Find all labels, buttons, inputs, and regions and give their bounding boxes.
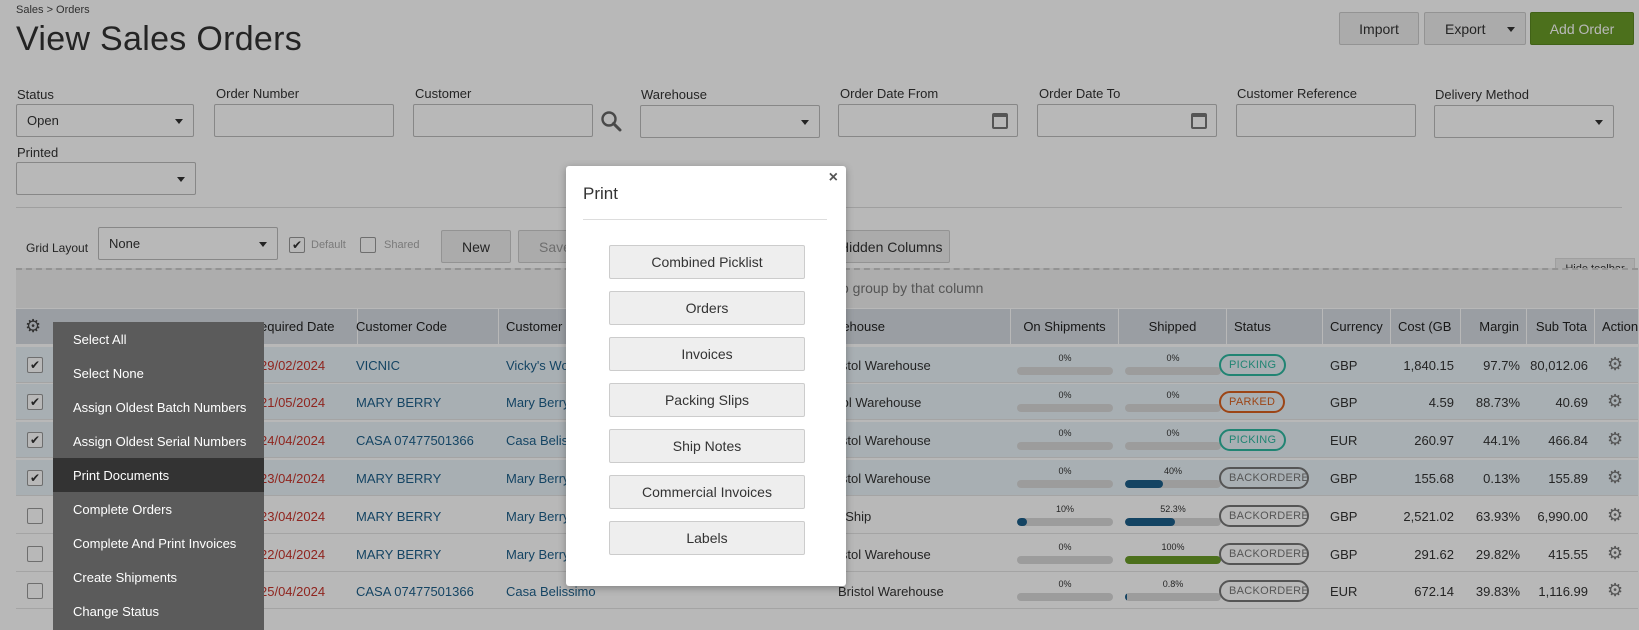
- sales-orders-page: Sales > Orders View Sales Orders Import …: [0, 0, 1639, 630]
- menu-item[interactable]: Create Shipments: [53, 560, 264, 594]
- menu-item[interactable]: Change Status: [53, 594, 264, 628]
- print-option-button[interactable]: Labels: [609, 521, 805, 555]
- close-icon[interactable]: ×: [829, 169, 838, 187]
- menu-item[interactable]: Select All: [53, 322, 264, 356]
- menu-item[interactable]: Select None: [53, 356, 264, 390]
- modal-title: Print: [583, 184, 618, 203]
- modal-divider: [583, 219, 827, 220]
- menu-item[interactable]: Complete Orders: [53, 492, 264, 526]
- print-option-button[interactable]: Commercial Invoices: [609, 475, 805, 509]
- bulk-actions-menu: Select All Select None Assign Oldest Batch…: [53, 322, 264, 630]
- menu-item[interactable]: Assign Oldest Serial Numbers: [53, 424, 264, 458]
- print-option-button[interactable]: Combined Picklist: [609, 245, 805, 279]
- print-option-button[interactable]: Orders: [609, 291, 805, 325]
- print-option-button[interactable]: Ship Notes: [609, 429, 805, 463]
- menu-item[interactable]: Assign Oldest Batch Numbers: [53, 390, 264, 424]
- menu-item[interactable]: Complete And Print Invoices: [53, 526, 264, 560]
- print-option-button[interactable]: Packing Slips: [609, 383, 805, 417]
- print-option-button[interactable]: Invoices: [609, 337, 805, 371]
- menu-item[interactable]: Print Documents: [53, 458, 264, 492]
- print-modal: Print × Combined Picklist Orders Invoices P…: [566, 166, 846, 586]
